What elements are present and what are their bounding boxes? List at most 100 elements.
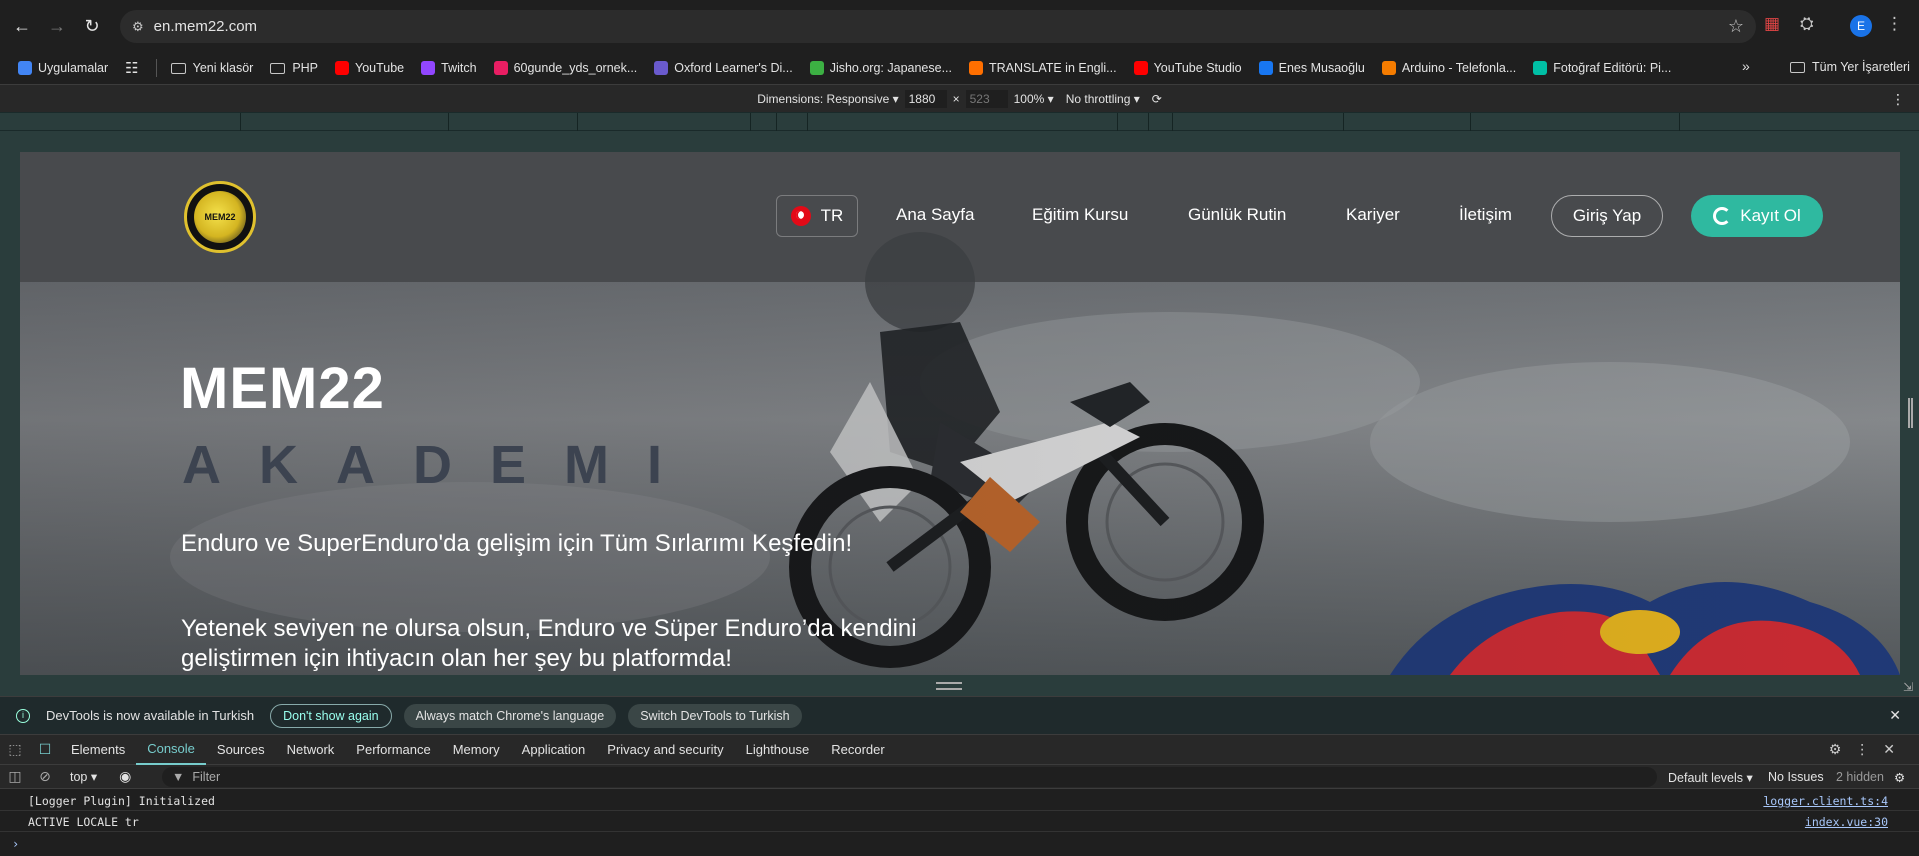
console-message-text: ACTIVE LOCALE tr <box>28 815 139 829</box>
log-levels-label: Default levels <box>1668 771 1744 785</box>
clear-console-icon[interactable]: ⊘ <box>30 768 60 785</box>
console-message-source-link[interactable]: index.vue:30 <box>1805 815 1888 829</box>
site-info-icon[interactable]: ⚙ <box>132 19 144 35</box>
nav-link-routine[interactable]: Günlük Rutin <box>1188 205 1286 225</box>
viewport-resize-handle-corner[interactable]: ⇲ <box>1903 680 1913 694</box>
console-settings-icon[interactable]: ⚙ <box>1894 770 1905 785</box>
viewport-resize-handle-right[interactable] <box>1908 398 1913 428</box>
devtools-tab-sources[interactable]: Sources <box>206 735 276 765</box>
settings-gear-icon[interactable]: ⚙ <box>1829 741 1856 757</box>
ruler-breakpoint <box>776 113 777 132</box>
bookmarks-overflow-icon[interactable]: » <box>1742 58 1750 74</box>
sidebar-toggle-icon[interactable]: ◫ <box>0 768 30 785</box>
devtools-tab-network[interactable]: Network <box>276 735 346 765</box>
issues-counter[interactable]: No Issues <box>1768 770 1824 784</box>
favicon-icon <box>1133 61 1148 75</box>
dont-show-again-button[interactable]: Don't show again <box>270 703 392 728</box>
folder-icon <box>270 62 286 74</box>
devtools-tab-recorder[interactable]: Recorder <box>820 735 895 765</box>
address-bar[interactable]: ⚙ en.mem22.com ☆ <box>120 10 1756 43</box>
media-query-ruler[interactable] <box>0 112 1919 132</box>
dimensions-select[interactable]: Dimensions: Responsive ▾ <box>757 92 898 106</box>
tab-groups-icon[interactable]: ☷ <box>125 59 138 77</box>
extensions-puzzle-icon[interactable]: ⛭ <box>1800 14 1814 34</box>
console-prompt-chevron-icon[interactable]: › <box>12 837 19 851</box>
all-bookmarks-folder[interactable]: Tüm Yer İşaretleri <box>1790 60 1910 74</box>
bookmark-item[interactable]: Jisho.org: Japanese... <box>809 61 952 75</box>
bookmark-item[interactable]: Arduino - Telefonla... <box>1381 61 1516 75</box>
signup-button[interactable]: Kayıt Ol <box>1691 195 1823 237</box>
ruler-breakpoint <box>1117 113 1118 132</box>
device-toggle-icon[interactable]: ☐ <box>30 741 60 758</box>
bookmark-item[interactable]: YouTube Studio <box>1133 61 1242 75</box>
console-filter-input[interactable]: ▼ Filter <box>162 767 1657 787</box>
reload-icon[interactable]: ↻ <box>79 13 105 39</box>
devtools-tab-lighthouse[interactable]: Lighthouse <box>735 735 821 765</box>
width-input[interactable]: 1880 <box>904 89 947 108</box>
nav-link-home[interactable]: Ana Sayfa <box>896 205 974 225</box>
bookmark-item[interactable]: Uygulamalar <box>18 61 108 75</box>
live-expression-eye-icon[interactable]: ◉ <box>119 768 131 785</box>
favicon-icon <box>1381 61 1396 75</box>
zoom-label: 100% <box>1013 91 1045 106</box>
always-match-language-button[interactable]: Always match Chrome's language <box>403 703 617 728</box>
nav-link-course[interactable]: Eğitim Kursu <box>1032 205 1128 225</box>
bookmark-star-icon[interactable]: ☆ <box>1728 16 1744 37</box>
devtools-close-icon[interactable]: ✕ <box>1883 741 1909 757</box>
devtools-language-infobar: i DevTools is now available in Turkish D… <box>0 696 1919 734</box>
hero-description: Yetenek seviyen ne olursa olsun, Enduro … <box>181 615 917 672</box>
ruler-breakpoint <box>750 113 751 132</box>
language-label: TR <box>820 206 844 225</box>
devtools-tab-memory[interactable]: Memory <box>442 735 511 765</box>
bookmark-item[interactable]: Oxford Learner's Di... <box>654 61 793 75</box>
profile-avatar[interactable]: E <box>1850 15 1872 37</box>
rotate-icon[interactable]: ⟳ <box>1152 92 1162 106</box>
throttling-select[interactable]: No throttling ▾ <box>1066 92 1140 106</box>
bookmark-label: Enes Musaoğlu <box>1278 61 1365 75</box>
bookmark-item[interactable]: TRANSLATE in Engli... <box>969 61 1117 75</box>
context-select[interactable]: top ▾ <box>70 769 97 784</box>
devtools-right-controls: ⚙⋮✕ <box>1829 741 1909 758</box>
bookmark-item[interactable]: YouTube <box>335 61 404 75</box>
devtools-menu-icon[interactable]: ⋮ <box>1855 741 1883 757</box>
nav-link-contact[interactable]: İletişim <box>1459 205 1512 225</box>
devtools-tab-privacy-and-security[interactable]: Privacy and security <box>596 735 734 765</box>
devtools-tab-application[interactable]: Application <box>511 735 597 765</box>
extension-icon[interactable]: ▦ <box>1764 14 1780 34</box>
switch-devtools-turkish-button[interactable]: Switch DevTools to Turkish <box>628 703 802 728</box>
console-message-text: [Logger Plugin] Initialized <box>28 794 215 808</box>
height-input[interactable]: 523 <box>965 89 1008 108</box>
devtools-tab-console[interactable]: Console <box>136 735 206 765</box>
url-text[interactable]: en.mem22.com <box>154 18 257 35</box>
bookmark-item[interactable]: Fotoğraf Editörü: Pi... <box>1533 61 1671 75</box>
bookmark-label: 60gunde_yds_ornek... <box>513 61 638 75</box>
bookmark-label: Oxford Learner's Di... <box>674 61 793 75</box>
console-message-source-link[interactable]: logger.client.ts:4 <box>1763 794 1888 808</box>
bookmark-item[interactable]: 60gunde_yds_ornek... <box>493 61 638 75</box>
browser-menu-icon[interactable]: ⋮ <box>1886 14 1903 34</box>
bookmark-item[interactable]: Twitch <box>421 61 477 75</box>
bookmark-item[interactable]: Yeni klasör <box>170 61 253 75</box>
language-selector[interactable]: TR <box>776 195 858 237</box>
signup-label: Kayıt Ol <box>1740 206 1801 225</box>
back-arrow-icon[interactable]: ← <box>9 13 35 39</box>
close-icon[interactable]: ✕ <box>1889 707 1901 724</box>
log-levels-select[interactable]: Default levels ▾ <box>1668 770 1753 785</box>
inspect-element-icon[interactable]: ⬚ <box>0 741 30 758</box>
devtools-tab-elements[interactable]: Elements <box>60 735 136 765</box>
bookmark-item[interactable]: PHP <box>270 61 318 75</box>
bookmark-label: Fotoğraf Editörü: Pi... <box>1553 61 1672 75</box>
devtools-tab-performance[interactable]: Performance <box>345 735 441 765</box>
ruler-breakpoint <box>240 113 241 132</box>
forward-arrow-icon[interactable]: → <box>44 13 70 39</box>
login-button[interactable]: Giriş Yap <box>1551 195 1663 237</box>
nav-link-career[interactable]: Kariyer <box>1346 205 1400 225</box>
dimensions-label: Dimensions: Responsive <box>757 91 890 106</box>
bookmark-item[interactable]: Enes Musaoğlu <box>1258 61 1365 75</box>
zoom-select[interactable]: 100% ▾ <box>1014 92 1054 106</box>
ruler-breakpoint <box>448 113 449 132</box>
device-toolbar-menu-icon[interactable]: ⋮ <box>1891 91 1905 108</box>
bookmark-label: YouTube Studio <box>1153 61 1242 75</box>
viewport-resize-handle-bottom[interactable] <box>936 682 962 690</box>
site-logo[interactable]: MEM22 <box>184 181 256 253</box>
